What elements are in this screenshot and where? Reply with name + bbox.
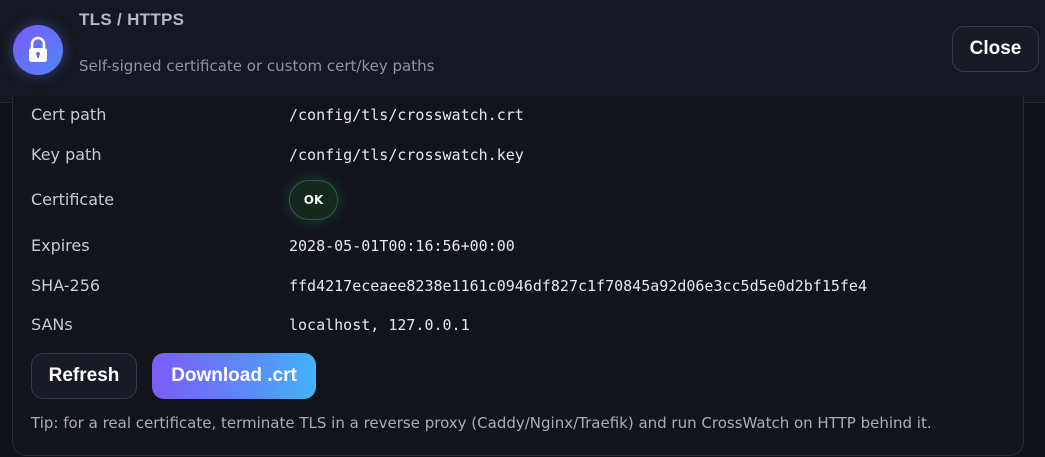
expires-value: 2028-05-01T00:16:56+00:00 — [289, 237, 515, 255]
refresh-button[interactable]: Refresh — [31, 353, 137, 399]
key-path-label: Key path — [31, 145, 102, 164]
sha256-value: ffd4217eceaee8238e1161c0946df827c1f70845… — [289, 277, 867, 295]
dialog-header: TLS / HTTPS Self-signed certificate or c… — [0, 0, 1045, 103]
sha256-label: SHA-256 — [31, 276, 101, 295]
expires-label: Expires — [31, 236, 90, 255]
lock-icon — [13, 25, 63, 75]
certificate-label: Certificate — [31, 190, 115, 209]
sans-value: localhost, 127.0.0.1 — [289, 316, 470, 334]
cert-path-value: /config/tls/crosswatch.crt — [289, 106, 524, 124]
sans-label: SANs — [31, 315, 73, 334]
cert-path-label: Cert path — [31, 105, 107, 124]
download-crt-button[interactable]: Download .crt — [152, 353, 316, 399]
certificate-status-badge: OK — [289, 180, 338, 220]
dialog-subtitle: Self-signed certificate or custom cert/k… — [79, 57, 435, 75]
dialog-title: TLS / HTTPS — [79, 10, 185, 29]
close-button[interactable]: Close — [952, 26, 1039, 72]
tip-text: Tip: for a real certificate, terminate T… — [31, 414, 932, 432]
key-path-value: /config/tls/crosswatch.key — [289, 146, 524, 164]
